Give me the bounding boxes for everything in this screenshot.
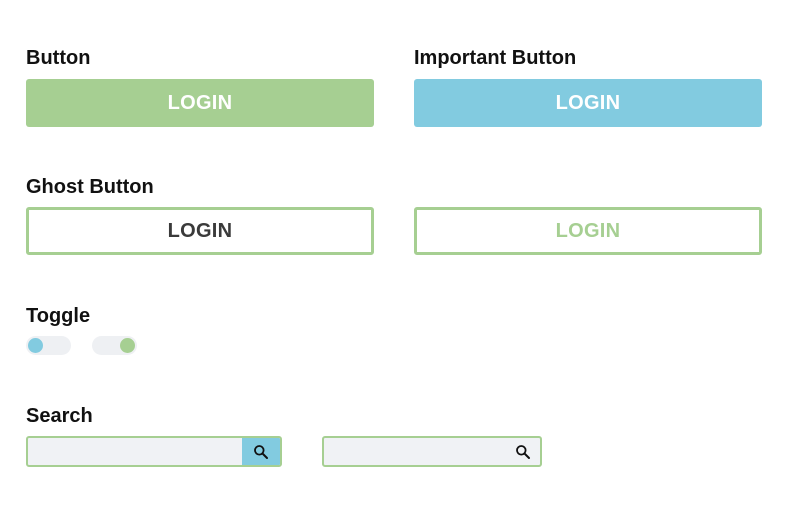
toggle-knob [28,338,43,353]
search-box-with-button [26,436,282,467]
login-button-green[interactable]: LOGIN [26,79,374,127]
search-input[interactable] [324,438,510,465]
important-button-section-label: Important Button [414,47,577,69]
toggle-section-label: Toggle [26,305,91,327]
search-button[interactable] [242,438,280,465]
login-button-important[interactable]: LOGIN [414,79,762,127]
toggle-switch-on[interactable] [92,336,137,355]
toggle-switch-off[interactable] [26,336,71,355]
search-icon [254,444,268,459]
button-section-label: Button [26,47,91,69]
ghost-button-section-label: Ghost Button [26,176,154,198]
ui-kit-page: Button LOGIN Important Button LOGIN Ghos… [0,0,790,516]
toggle-knob [120,338,135,353]
login-ghost-button-green[interactable]: LOGIN [414,207,762,255]
search-button[interactable] [506,438,540,465]
search-input[interactable] [28,438,244,465]
search-box-inline-icon [322,436,542,467]
login-ghost-button-dark[interactable]: LOGIN [26,207,374,255]
search-icon [516,444,530,459]
search-section-label: Search [26,405,93,427]
